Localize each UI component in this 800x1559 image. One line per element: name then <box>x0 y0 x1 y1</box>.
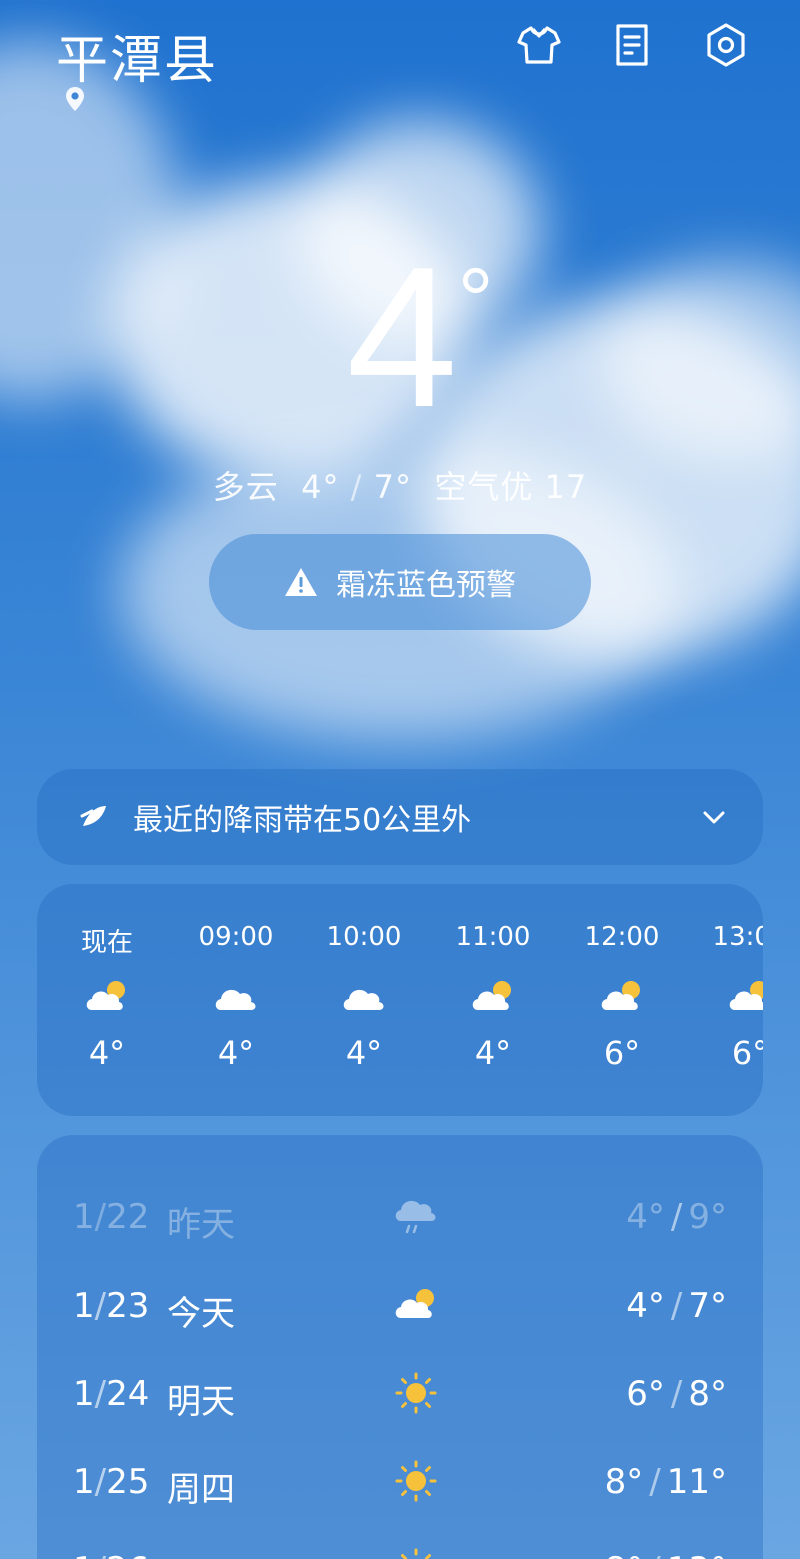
daily-row[interactable]: 1/22 昨天 4°/9° <box>37 1177 763 1257</box>
day-date: 1/22 <box>73 1197 150 1237</box>
day-date: 1/26 <box>73 1550 149 1559</box>
day-date: 1/23 <box>73 1286 150 1326</box>
day-name: 周四 <box>167 1470 235 1510</box>
cloudy-icon <box>343 989 384 1010</box>
range-separator: / <box>350 468 363 506</box>
tshirt-icon[interactable] <box>514 20 564 70</box>
city-name[interactable]: 平潭县 <box>56 18 218 93</box>
day-temp-range: 4°/7° <box>626 1286 727 1326</box>
daily-row[interactable]: 1/25 周四 8°/11° <box>37 1442 763 1522</box>
day-name: 明天 <box>167 1382 235 1422</box>
chevron-down-icon[interactable] <box>699 802 729 832</box>
settings-icon[interactable] <box>701 20 751 70</box>
cloudy-icon <box>215 989 256 1010</box>
rain-cloud-icon <box>395 1200 436 1234</box>
daily-row[interactable]: 1/26 周五 8°/13° <box>37 1530 763 1559</box>
partly-cloudy-icon <box>472 981 511 1010</box>
rain-band-icon <box>80 806 106 826</box>
precipitation-text: 最近的降雨带在50公里外 <box>133 803 472 838</box>
warning-label: 霜冻蓝色预警 <box>336 568 516 603</box>
daily-row[interactable]: 1/23 今天 4°/7° <box>37 1266 763 1346</box>
air-quality: 空气优 17 <box>434 468 588 506</box>
day-temp-range: 8°/13° <box>605 1550 727 1559</box>
sun-icon <box>395 1460 437 1502</box>
warning-triangle-icon <box>285 568 317 596</box>
precipitation-bar[interactable]: 最近的降雨带在50公里外 <box>37 769 763 865</box>
partly-cloudy-icon <box>86 981 125 1010</box>
day-temp-range: 8°/11° <box>604 1462 727 1502</box>
day-name: 昨天 <box>167 1205 235 1245</box>
weather-summary: 多云 4° / 7° 空气优 17 <box>0 462 800 508</box>
partly-cloudy-icon <box>395 1289 434 1318</box>
frost-warning-button[interactable]: 霜冻蓝色预警 <box>209 534 591 630</box>
condition-text: 多云 <box>212 468 279 506</box>
sun-icon <box>395 1372 437 1414</box>
day-name: 今天 <box>167 1294 235 1334</box>
day-temp-range: 4°/9° <box>626 1197 727 1237</box>
document-icon[interactable] <box>607 20 657 70</box>
day-date: 1/25 <box>73 1462 150 1502</box>
sun-icon <box>401 1548 431 1559</box>
low-temp: 4° <box>301 468 340 506</box>
day-temp-range: 6°/8° <box>626 1374 727 1414</box>
high-temp: 7° <box>373 468 412 506</box>
current-temperature: 4° <box>346 226 494 449</box>
hourly-forecast[interactable]: 现在 4° 09:00 4° 10:00 4° 11:00 4° 12:00 6… <box>37 884 763 1116</box>
partly-cloudy-icon <box>729 981 763 1010</box>
partly-cloudy-icon <box>601 981 640 1010</box>
location-pin-icon <box>66 87 84 111</box>
day-date: 1/24 <box>73 1374 150 1414</box>
daily-forecast[interactable]: 1/22 昨天 4°/9° 1/23 今天 4°/7° 1/24 明天 6°/8… <box>37 1135 763 1559</box>
daily-row[interactable]: 1/24 明天 6°/8° <box>37 1354 763 1434</box>
day-name: 周五 <box>167 1550 235 1559</box>
